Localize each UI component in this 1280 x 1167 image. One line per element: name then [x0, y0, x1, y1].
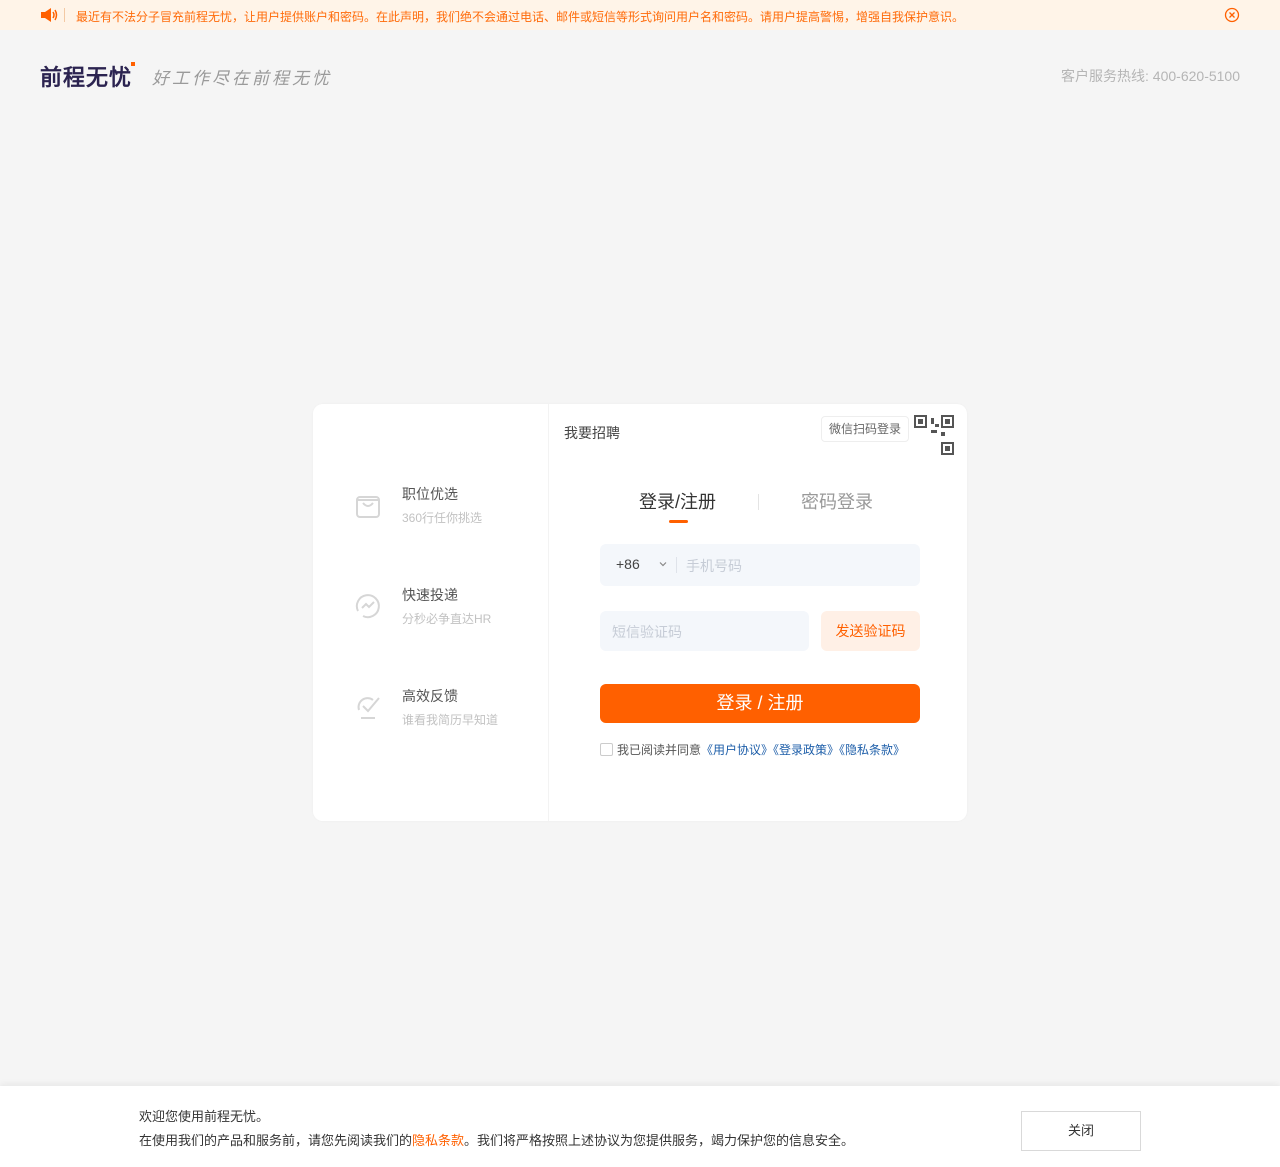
- features-panel: 职位优选 360行任你挑选 快速投递 分秒必争直达HR 高效反馈 谁看我简历早知…: [313, 404, 549, 821]
- logo[interactable]: 前程无忧: [40, 60, 136, 92]
- phone-input[interactable]: [684, 544, 918, 588]
- notice-divider: [64, 8, 65, 22]
- feature-title: 快速投递: [402, 587, 458, 603]
- privacy-text-post: 。我们将严格按照上述协议为您提供服务，竭力保护您的信息安全。: [464, 1133, 855, 1148]
- privacy-text-pre: 在使用我们的产品和服务前，请您先阅读我们的: [139, 1133, 413, 1148]
- close-banner-button[interactable]: 关闭: [1021, 1111, 1141, 1151]
- wechat-login-tip[interactable]: 微信扫码登录: [821, 416, 910, 442]
- feature-desc: 谁看我简历早知道: [402, 713, 499, 727]
- feature-desc: 360行任你挑选: [402, 511, 483, 525]
- chevron-down-icon[interactable]: [658, 559, 668, 569]
- login-card: 职位优选 360行任你挑选 快速投递 分秒必争直达HR 高效反馈 谁看我简历早知…: [313, 404, 967, 821]
- fast-send-icon: [355, 594, 380, 619]
- feature-desc: 分秒必争直达HR: [402, 612, 492, 626]
- phone-divider: [676, 557, 677, 573]
- sms-code-field: [600, 611, 809, 653]
- feature-title: 高效反馈: [402, 688, 458, 704]
- tab-divider: [758, 494, 759, 510]
- notice-text: 最近有不法分子冒充前程无忧，让用户提供账户和密码。在此声明，我们绝不会通过电话、…: [76, 10, 965, 24]
- login-policy-link[interactable]: 《登录政策》: [773, 743, 839, 757]
- shopping-bag-icon: [356, 496, 380, 518]
- login-register-button[interactable]: 登录 / 注册: [600, 684, 920, 723]
- privacy-banner: 欢迎您使用前程无忧。 在使用我们的产品和服务前，请您先阅读我们的隐私条款。我们将…: [0, 1086, 1280, 1167]
- slogan: 好工作尽在前程无忧: [152, 69, 332, 89]
- agreement: 我已阅读并同意《用户协议》《登录政策》《隐私条款》: [600, 740, 916, 760]
- service-hotline: 客户服务热线: 400-620-5100: [1061, 68, 1240, 84]
- speaker-icon: [41, 8, 58, 22]
- sms-code-input[interactable]: [610, 611, 804, 653]
- user-agreement-link[interactable]: 《用户协议》: [701, 743, 773, 757]
- agree-checkbox[interactable]: [600, 743, 613, 756]
- recruit-link[interactable]: 我要招聘: [564, 423, 620, 443]
- privacy-notice: 在使用我们的产品和服务前，请您先阅读我们的隐私条款。我们将严格按照上述协议为您提…: [139, 1130, 854, 1149]
- feedback-icon: [357, 697, 380, 719]
- country-code-select[interactable]: +86: [616, 556, 640, 572]
- qr-code-icon[interactable]: [913, 414, 955, 456]
- send-code-button[interactable]: 发送验证码: [821, 611, 920, 651]
- privacy-welcome: 欢迎您使用前程无忧。: [139, 1109, 270, 1124]
- phone-field: +86: [600, 544, 920, 588]
- privacy-link[interactable]: 《隐私条款》: [839, 743, 905, 757]
- active-tab-indicator: [669, 520, 688, 523]
- privacy-terms-link[interactable]: 隐私条款: [412, 1133, 464, 1148]
- agree-text: 我已阅读并同意: [617, 743, 702, 757]
- logo-dot: [131, 62, 136, 66]
- notice-bar: 最近有不法分子冒充前程无忧，让用户提供账户和密码。在此声明，我们绝不会通过电话、…: [0, 0, 1280, 30]
- tab-password-login[interactable]: 密码登录: [801, 488, 873, 514]
- login-panel: 我要招聘 微信扫码登录 登录/注册 密码登录 +86 手机号码 短信验证码 发送…: [549, 404, 967, 821]
- logo-text: 前程无忧: [40, 65, 133, 90]
- close-circle-icon[interactable]: [1224, 7, 1240, 23]
- feature-title: 职位优选: [402, 486, 458, 502]
- tab-sms-login[interactable]: 登录/注册: [639, 488, 716, 514]
